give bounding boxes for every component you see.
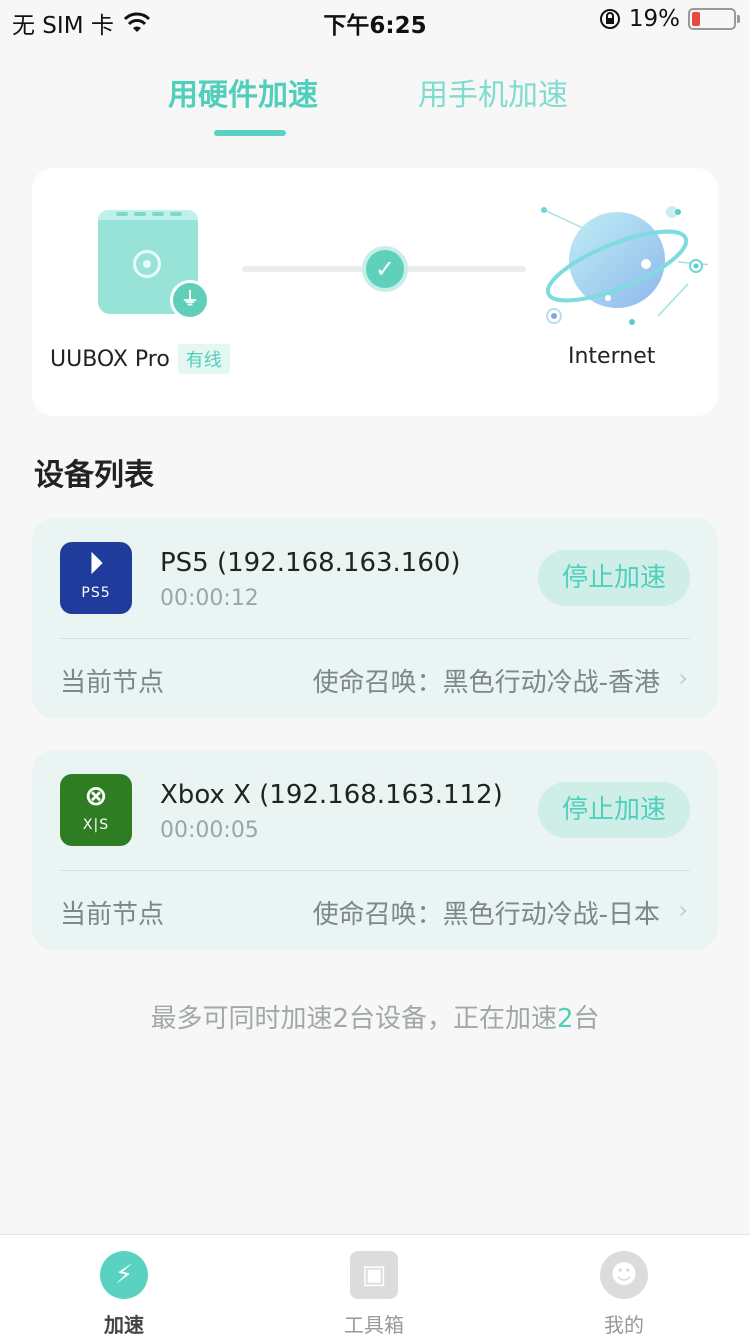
- nav-profile[interactable]: ☻ 我的: [564, 1235, 684, 1334]
- current-node-label: 当前节点: [60, 668, 165, 698]
- xbox-icon-text: X|S: [82, 817, 110, 833]
- note-count: 2: [556, 1004, 574, 1034]
- ethernet-plug-icon: ⏚: [170, 280, 210, 320]
- rotation-lock-icon: [599, 9, 620, 29]
- note-prefix: 最多可同时加速2台设备，正在加速: [150, 1004, 557, 1034]
- nav-label: 我的: [604, 1313, 644, 1334]
- stop-accelerate-button[interactable]: 停止加速: [538, 782, 690, 838]
- device-label: UUBOX Pro 有线: [50, 344, 230, 374]
- tab-indicator: [214, 130, 286, 136]
- nav-label: 工具箱: [344, 1313, 404, 1334]
- tab-hardware-accelerate[interactable]: 用硬件加速: [168, 70, 318, 114]
- nav-toolbox[interactable]: ▣ 工具箱: [314, 1235, 434, 1334]
- mode-tabs: 用硬件加速 用手机加速: [0, 66, 750, 146]
- nav-label: 加速: [104, 1313, 144, 1334]
- xbox-logo-icon: ⊗: [84, 779, 108, 812]
- uubox-vents: [116, 212, 182, 216]
- note-suffix: 台: [573, 1004, 600, 1034]
- toolbox-icon: ▣: [350, 1251, 398, 1299]
- xbox-icon: ⊗ X|S: [60, 774, 132, 846]
- device-name: PS5 (192.168.163.160): [160, 548, 461, 578]
- tab-phone-accelerate[interactable]: 用手机加速: [418, 70, 568, 114]
- device-elapsed-time: 00:00:12: [160, 586, 259, 611]
- internet-planet-icon: [541, 206, 708, 325]
- device-name: UUBOX Pro: [50, 346, 170, 372]
- accelerate-limit-note: 最多可同时加速2台设备，正在加速2台: [0, 998, 750, 1035]
- device-elapsed-time: 00:00:05: [160, 818, 259, 843]
- wired-tag: 有线: [177, 344, 230, 374]
- device-card: ⏵ PS5 PS5 (192.168.163.160) 00:00:12 停止加…: [32, 518, 718, 718]
- ps5-icon: ⏵ PS5: [60, 542, 132, 614]
- divider: [60, 638, 690, 639]
- status-bar: 无 SIM 卡 下午6:25 19%: [0, 0, 750, 40]
- lightning-icon: ⚡: [100, 1251, 148, 1299]
- battery-icon: [688, 8, 740, 30]
- connection-card: ⏚ ✓ UUBOX Pro 有线 Internet: [32, 168, 718, 416]
- battery-fill: [692, 12, 700, 26]
- bottom-nav: ⚡ 加速 ▣ 工具箱 ☻ 我的: [0, 1234, 750, 1334]
- current-node-selector[interactable]: 使命召唤：黑色行动冷战-香港: [313, 662, 660, 699]
- current-node-selector[interactable]: 使命召唤：黑色行动冷战-日本: [313, 894, 660, 931]
- status-right: 19%: [599, 6, 740, 32]
- check-icon: ✓: [362, 246, 408, 292]
- chevron-right-icon[interactable]: ›: [678, 664, 688, 692]
- profile-icon: ☻: [600, 1251, 648, 1299]
- nav-accelerate[interactable]: ⚡ 加速: [64, 1235, 184, 1334]
- device-card: ⊗ X|S Xbox X (192.168.163.112) 00:00:05 …: [32, 750, 718, 950]
- device-list-title: 设备列表: [34, 458, 154, 493]
- internet-label: Internet: [568, 344, 656, 369]
- playstation-logo-icon: ⏵: [88, 547, 103, 580]
- current-node-label: 当前节点: [60, 900, 165, 930]
- ps5-icon-text: PS5: [81, 585, 111, 601]
- divider: [60, 870, 690, 871]
- chevron-right-icon[interactable]: ›: [678, 896, 688, 924]
- device-name: Xbox X (192.168.163.112): [160, 780, 503, 810]
- stop-accelerate-button[interactable]: 停止加速: [538, 550, 690, 606]
- power-icon: [133, 250, 161, 278]
- battery-percent: 19%: [628, 6, 680, 32]
